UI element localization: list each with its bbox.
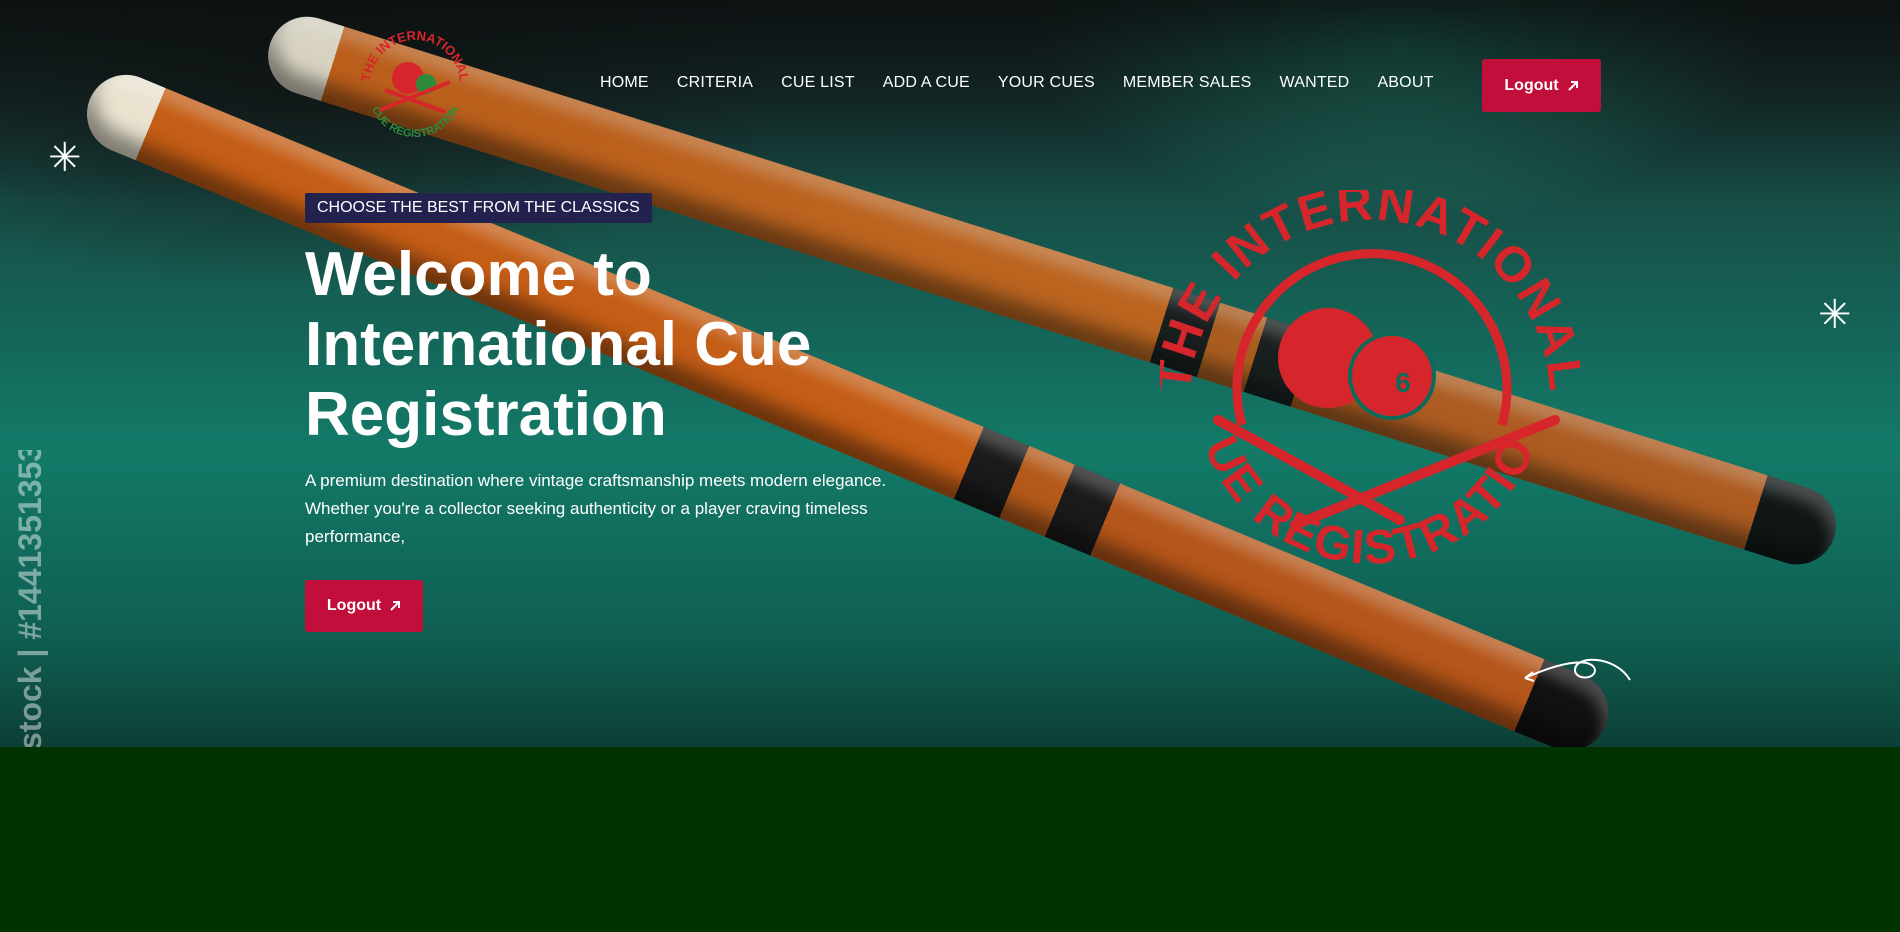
hero-description-line: Whether you're a collector seeking authe…	[305, 499, 868, 518]
nav-criteria[interactable]: CRITERIA	[677, 74, 753, 92]
nav-your-cues[interactable]: YOUR CUES	[998, 74, 1095, 92]
hero-title-line: Registration	[305, 380, 667, 449]
nav-wanted[interactable]: WANTED	[1280, 74, 1350, 92]
header-logout-label: Logout	[1504, 76, 1559, 94]
nav-cue-list[interactable]: CUE LIST	[781, 74, 855, 92]
sparkle-icon: ✳	[48, 136, 82, 180]
svg-text:6: 6	[1395, 367, 1411, 398]
sparkle-icon: ✳	[1818, 293, 1852, 337]
hero-title: Welcome to International Cue Registratio…	[305, 240, 945, 450]
hero-description: A premium destination where vintage craf…	[305, 467, 945, 551]
nav-home[interactable]: HOME	[600, 74, 649, 92]
hero-logout-button[interactable]: Logout	[305, 580, 423, 632]
arrow-up-right-icon	[390, 601, 401, 611]
stock-watermark: stock | #1441351353	[12, 450, 48, 747]
page-footer-band	[0, 747, 1900, 932]
emblem-logo: THE INTERNATIONAL CUE REGISTRATION 6	[1160, 190, 1580, 575]
nav-about[interactable]: ABOUT	[1377, 74, 1433, 92]
header-logout-button[interactable]: Logout	[1482, 59, 1601, 112]
main-nav: HOME CRITERIA CUE LIST ADD A CUE YOUR CU…	[600, 74, 1434, 92]
hero-logout-label: Logout	[326, 597, 382, 614]
nav-add-a-cue[interactable]: ADD A CUE	[883, 74, 970, 92]
swirl-arrow-icon	[1524, 658, 1631, 682]
hero-section: stock | #1441351353 THE INTERNATIONAL CU…	[0, 0, 1900, 747]
hero-tagline: CHOOSE THE BEST FROM THE CLASSICS	[305, 193, 652, 223]
hero-title-line: International Cue	[305, 310, 812, 379]
nav-member-sales[interactable]: MEMBER SALES	[1123, 74, 1252, 92]
hero-description-line: performance,	[305, 527, 406, 546]
arrow-up-right-icon	[1567, 80, 1578, 91]
hero-title-line: Welcome to	[305, 240, 652, 309]
site-logo[interactable]: THE INTERNATIONAL CUE REGISTRATION	[350, 20, 480, 150]
hero-description-line: A premium destination where vintage craf…	[305, 471, 887, 490]
